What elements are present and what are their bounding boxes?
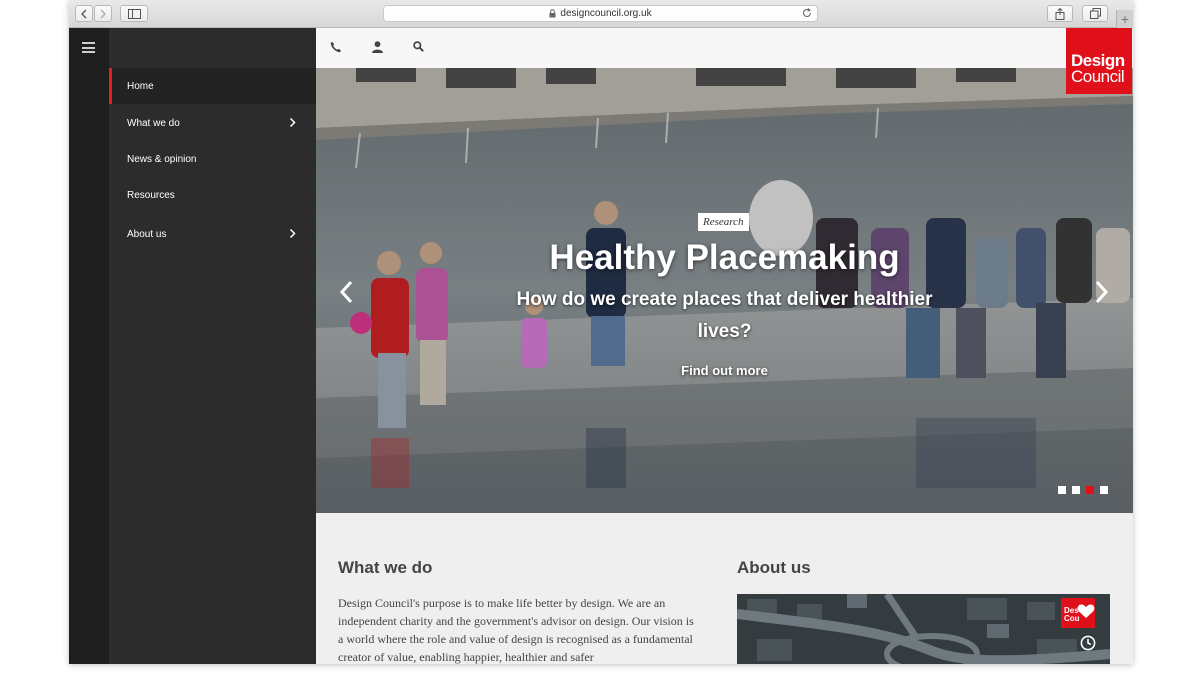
search-icon[interactable] <box>413 41 424 52</box>
reload-icon[interactable] <box>802 8 812 18</box>
tabs-overview-button[interactable] <box>1082 5 1108 22</box>
aerial-city-photo <box>737 594 1110 664</box>
hero-carousel: Research Healthy Placemaking How do we c… <box>316 68 1133 513</box>
category-tag[interactable]: Research <box>698 213 749 231</box>
about-us-heading: About us <box>737 558 811 577</box>
chevron-right-icon <box>289 117 296 128</box>
share-icon <box>1055 7 1065 20</box>
find-out-more-link[interactable]: Find out more <box>316 363 1133 378</box>
address-bar[interactable]: designcouncil.org.uk <box>383 5 818 22</box>
carousel-indicators <box>1058 486 1108 494</box>
url-text: designcouncil.org.uk <box>560 8 652 19</box>
menu-item-label: Home <box>127 80 154 92</box>
sidebar-toggle-button[interactable] <box>120 5 148 22</box>
carousel-next-arrow-icon[interactable] <box>1092 278 1110 306</box>
menu-item-label: What we do <box>127 117 180 129</box>
carousel-dot[interactable] <box>1058 486 1066 494</box>
about-us-image[interactable]: Des Cou <box>737 594 1110 664</box>
logo-line-2: Council <box>1071 67 1125 86</box>
clock-icon[interactable] <box>1080 635 1096 651</box>
hamburger-menu-icon[interactable] <box>82 42 95 53</box>
menu-item-home[interactable]: Home <box>109 68 316 104</box>
menu-item-label: About us <box>127 228 167 240</box>
chevron-left-icon <box>81 9 87 18</box>
what-we-do-text: Design Council's purpose is to make life… <box>338 596 694 664</box>
user-icon[interactable] <box>372 41 383 53</box>
carousel-dot-active[interactable] <box>1086 486 1094 494</box>
top-utility-bar: Design Council <box>316 28 1133 94</box>
content-area: What we do Design Council's purpose is t… <box>316 513 1133 664</box>
carousel-dot[interactable] <box>1072 486 1080 494</box>
menu-item-label: News & opinion <box>127 153 197 165</box>
heart-icon[interactable] <box>1077 603 1095 619</box>
carousel-dot[interactable] <box>1100 486 1108 494</box>
menu-item-news-opinion[interactable]: News & opinion <box>109 141 316 177</box>
phone-icon[interactable] <box>330 41 342 53</box>
browser-window: designcouncil.org.uk + Home What we do N… <box>69 0 1133 664</box>
browser-toolbar: designcouncil.org.uk + <box>69 0 1133 28</box>
design-council-logo[interactable]: Design Council <box>1066 28 1132 94</box>
website: Home What we do News & opinion Resources… <box>69 28 1133 664</box>
what-we-do-heading: What we do <box>338 558 433 577</box>
back-button[interactable] <box>75 5 93 22</box>
forward-button[interactable] <box>94 5 112 22</box>
share-button[interactable] <box>1047 5 1073 22</box>
icon-rail <box>69 28 109 664</box>
new-tab-button[interactable]: + <box>1116 10 1133 28</box>
menu-item-about-us[interactable]: About us <box>109 216 316 252</box>
tabs-icon <box>1089 8 1101 19</box>
menu-item-what-we-do[interactable]: What we do <box>109 105 316 141</box>
menu-item-label: Resources <box>127 189 175 201</box>
plus-icon: + <box>1120 11 1130 27</box>
lock-icon <box>549 9 556 18</box>
hero-title: Healthy Placemaking <box>549 238 900 277</box>
sidebar-icon <box>127 8 141 19</box>
menu-item-resources[interactable]: Resources <box>109 177 316 213</box>
chevron-right-icon <box>289 228 296 239</box>
carousel-prev-arrow-icon[interactable] <box>338 278 356 306</box>
hero-subtitle: How do we create places that deliver hea… <box>516 289 933 342</box>
chevron-right-icon <box>100 9 106 18</box>
side-navigation: Home What we do News & opinion Resources… <box>109 28 316 664</box>
